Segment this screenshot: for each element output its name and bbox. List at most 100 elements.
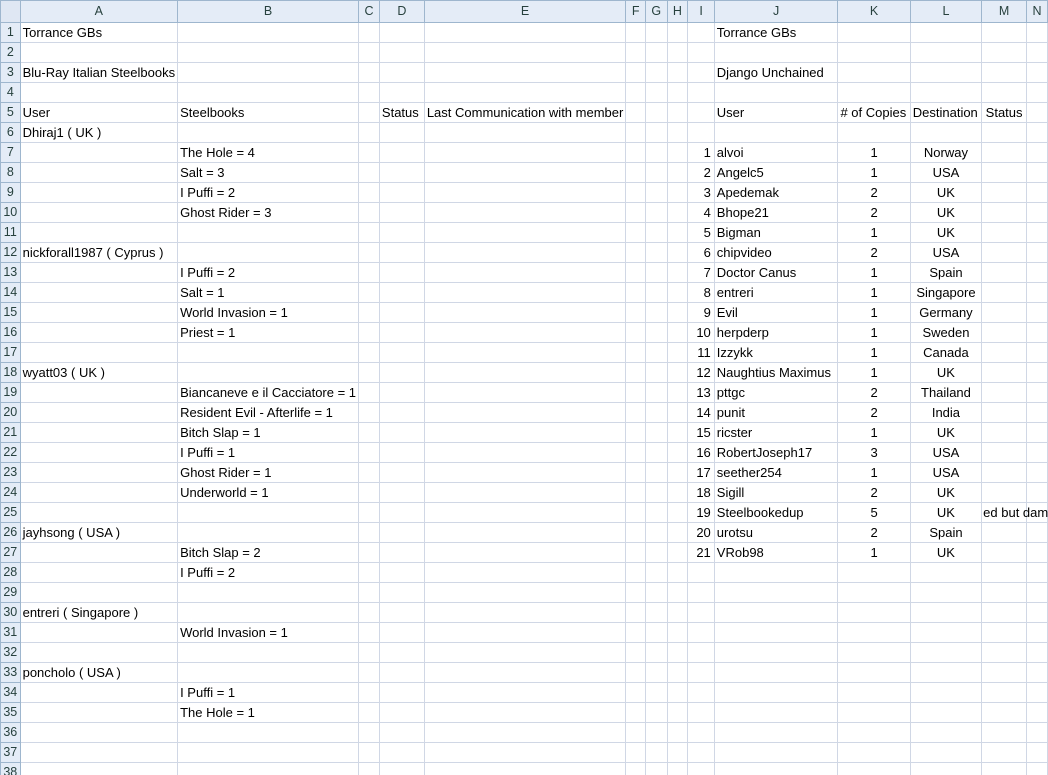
- cell[interactable]: [713, 122, 839, 143]
- user-name[interactable]: Doctor Canus: [713, 262, 839, 283]
- cell[interactable]: [358, 282, 380, 303]
- destination[interactable]: UK: [909, 182, 983, 203]
- cell[interactable]: [19, 342, 179, 363]
- cell[interactable]: [19, 382, 179, 403]
- cell[interactable]: [666, 382, 689, 403]
- cell[interactable]: [358, 122, 380, 143]
- cell[interactable]: [358, 502, 380, 523]
- cell[interactable]: [358, 262, 380, 283]
- cell[interactable]: [645, 322, 668, 343]
- steelbook-item[interactable]: I Puffi = 2: [177, 562, 360, 583]
- cell[interactable]: [358, 362, 380, 383]
- cell[interactable]: [645, 682, 668, 703]
- cell[interactable]: [981, 362, 1028, 383]
- cell[interactable]: [177, 582, 360, 603]
- user-name[interactable]: alvoi: [713, 142, 839, 163]
- cell[interactable]: [423, 502, 627, 523]
- copies-count[interactable]: 2: [837, 382, 911, 403]
- cell[interactable]: [981, 222, 1028, 243]
- row-number[interactable]: 10: [687, 322, 715, 343]
- member-name[interactable]: Dhiraj1 ( UK ): [19, 122, 179, 143]
- cell[interactable]: [981, 422, 1028, 443]
- cell[interactable]: [981, 262, 1028, 283]
- copies-count[interactable]: 1: [837, 302, 911, 323]
- user-name[interactable]: urotsu: [713, 522, 839, 543]
- cell[interactable]: [378, 82, 425, 103]
- cell[interactable]: [666, 22, 689, 43]
- copies-count[interactable]: 2: [837, 522, 911, 543]
- cell[interactable]: [687, 562, 715, 583]
- cell[interactable]: [1026, 262, 1048, 283]
- cell[interactable]: [687, 722, 715, 743]
- cell[interactable]: [423, 422, 627, 443]
- column-header-b[interactable]: B: [177, 0, 360, 23]
- cell[interactable]: [358, 42, 380, 63]
- cell[interactable]: [645, 162, 668, 183]
- copies-count[interactable]: 2: [837, 242, 911, 263]
- cell[interactable]: [19, 542, 179, 563]
- cell[interactable]: [1026, 102, 1048, 123]
- cell[interactable]: [837, 702, 911, 723]
- cell[interactable]: [981, 242, 1028, 263]
- cell[interactable]: [177, 122, 360, 143]
- cell[interactable]: [625, 622, 647, 643]
- cell[interactable]: [378, 682, 425, 703]
- cell[interactable]: [981, 602, 1028, 623]
- cell[interactable]: [713, 702, 839, 723]
- cell[interactable]: [625, 722, 647, 743]
- cell[interactable]: [19, 582, 179, 603]
- user-name[interactable]: Bhope21: [713, 202, 839, 223]
- cell[interactable]: [423, 342, 627, 363]
- cell[interactable]: [177, 502, 360, 523]
- cell[interactable]: [645, 602, 668, 623]
- cell[interactable]: [909, 42, 983, 63]
- row-header[interactable]: 33: [0, 662, 21, 683]
- cell[interactable]: [981, 122, 1028, 143]
- cell[interactable]: [625, 122, 647, 143]
- header-user[interactable]: User: [713, 102, 839, 123]
- cell[interactable]: [423, 122, 627, 143]
- cell[interactable]: [358, 602, 380, 623]
- cell[interactable]: [645, 342, 668, 363]
- cell[interactable]: [837, 602, 911, 623]
- cell[interactable]: [1026, 562, 1048, 583]
- row-header[interactable]: 19: [0, 382, 21, 403]
- row-header[interactable]: 32: [0, 642, 21, 663]
- cell[interactable]: [981, 382, 1028, 403]
- cell[interactable]: [358, 682, 380, 703]
- user-name[interactable]: Angelc5: [713, 162, 839, 183]
- cell[interactable]: [645, 442, 668, 463]
- cell[interactable]: [645, 202, 668, 223]
- cell[interactable]: [378, 122, 425, 143]
- column-header-l[interactable]: L: [909, 0, 983, 23]
- user-name[interactable]: Izzykk: [713, 342, 839, 363]
- copies-count[interactable]: 2: [837, 482, 911, 503]
- cell[interactable]: [666, 682, 689, 703]
- cell[interactable]: [177, 62, 360, 83]
- member-name[interactable]: jayhsong ( USA ): [19, 522, 179, 543]
- row-header[interactable]: 7: [0, 142, 21, 163]
- row-header[interactable]: 20: [0, 402, 21, 423]
- cell[interactable]: [423, 482, 627, 503]
- cell[interactable]: [666, 502, 689, 523]
- cell[interactable]: [378, 662, 425, 683]
- cell[interactable]: [981, 582, 1028, 603]
- cell[interactable]: [625, 362, 647, 383]
- cell[interactable]: [378, 322, 425, 343]
- steelbook-item[interactable]: I Puffi = 2: [177, 182, 360, 203]
- row-number[interactable]: 15: [687, 422, 715, 443]
- row-number[interactable]: 20: [687, 522, 715, 543]
- cell[interactable]: [378, 722, 425, 743]
- cell[interactable]: [666, 282, 689, 303]
- cell[interactable]: [837, 762, 911, 775]
- cell[interactable]: [358, 182, 380, 203]
- cell[interactable]: [358, 242, 380, 263]
- cell[interactable]: [423, 462, 627, 483]
- cell[interactable]: [666, 162, 689, 183]
- destination[interactable]: USA: [909, 462, 983, 483]
- cell[interactable]: [378, 762, 425, 775]
- cell[interactable]: [625, 482, 647, 503]
- cell[interactable]: [378, 262, 425, 283]
- cell[interactable]: [177, 662, 360, 683]
- row-number[interactable]: 17: [687, 462, 715, 483]
